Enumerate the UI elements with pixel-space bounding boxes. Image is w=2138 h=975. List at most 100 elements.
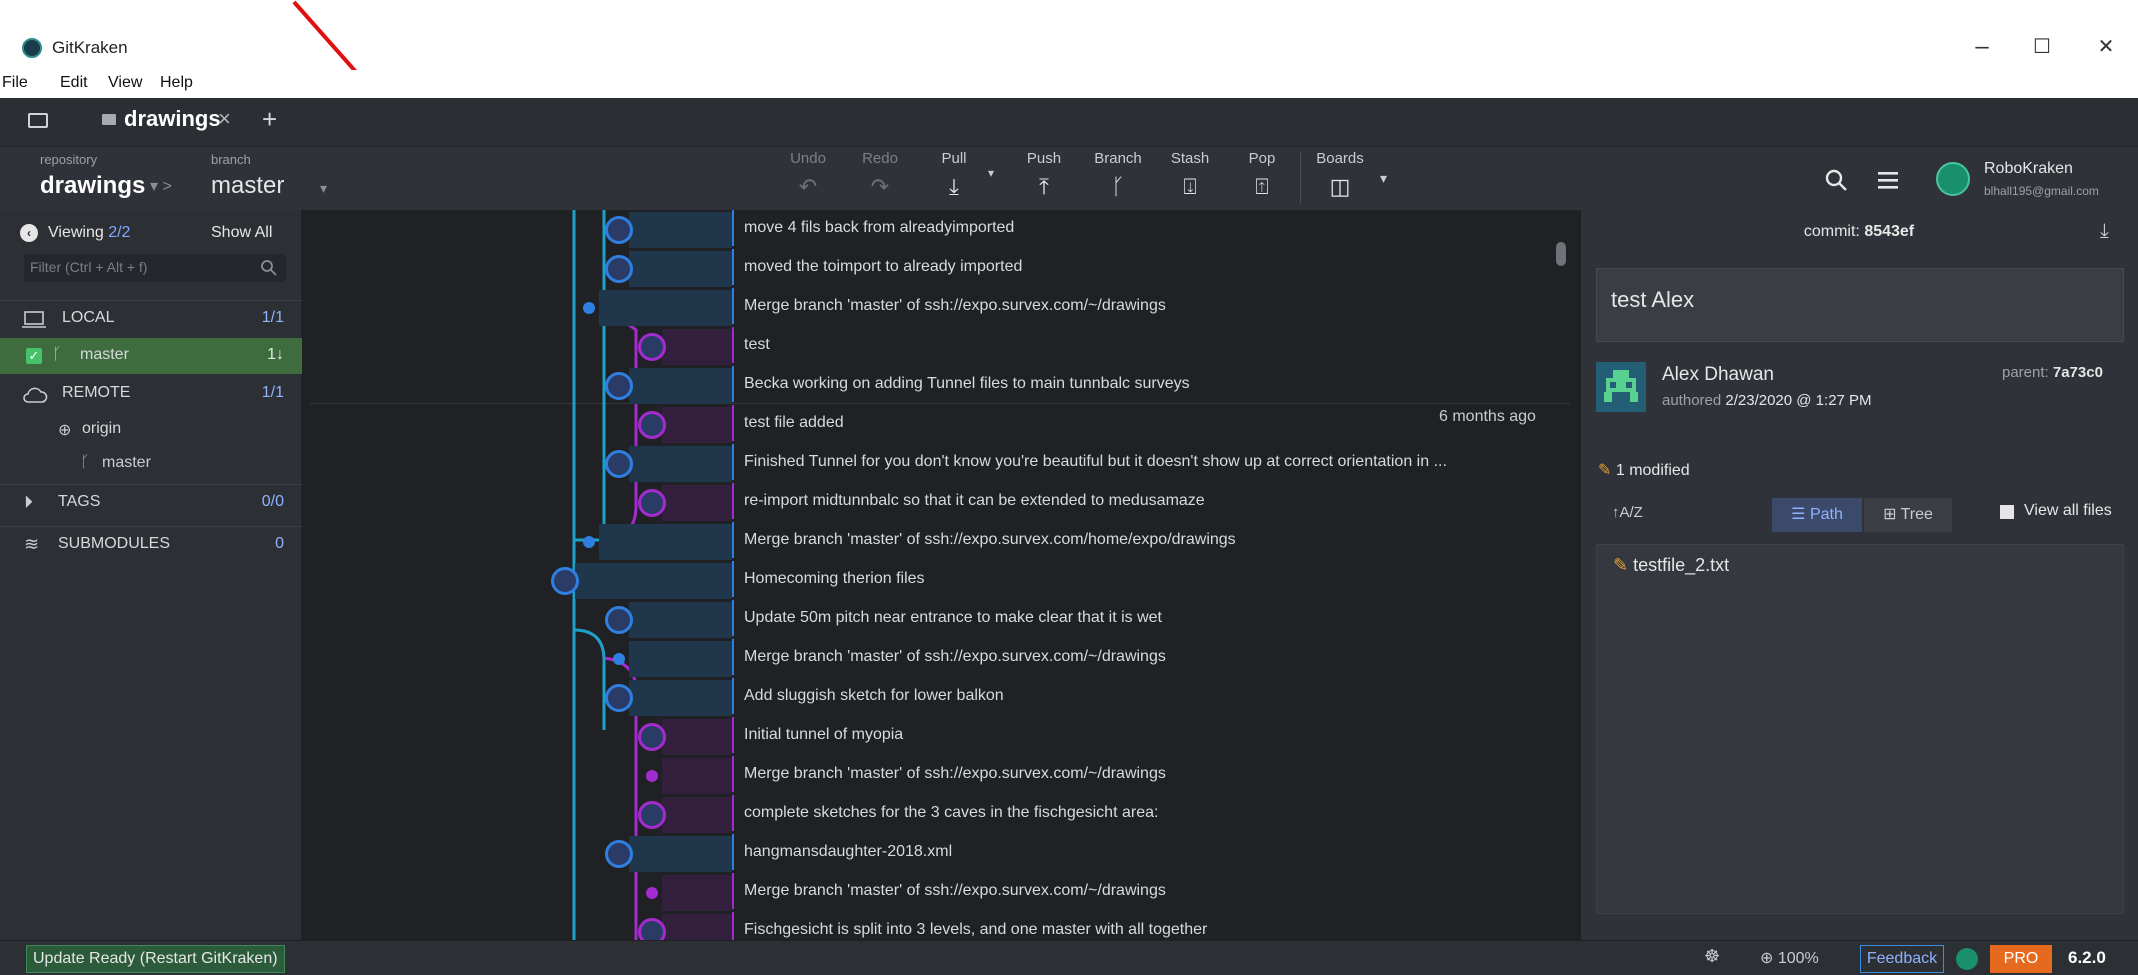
pull-button[interactable]: Pull ⤓ xyxy=(924,150,984,200)
commit-row[interactable]: complete sketches for the 3 caves in the… xyxy=(732,795,1522,831)
commit-message-box[interactable]: test Alex xyxy=(1596,268,2124,342)
update-ready-button[interactable]: Update Ready (Restart GitKraken) xyxy=(26,945,285,973)
minimize-button[interactable]: – xyxy=(1962,32,2002,62)
commit-row-highlight xyxy=(629,446,732,482)
user-avatar[interactable] xyxy=(1936,162,1970,196)
commit-row[interactable]: Add sluggish sketch for lower balkon xyxy=(732,678,1522,714)
commit-avatar-node[interactable] xyxy=(638,801,666,829)
folder-icon[interactable] xyxy=(28,113,48,128)
commit-avatar-node[interactable] xyxy=(605,450,633,478)
commit-row[interactable]: test xyxy=(732,327,1522,363)
user-email: blhall195@gmail.com xyxy=(1984,184,2099,198)
show-all-button[interactable]: Show All xyxy=(211,224,272,242)
commit-avatar-node[interactable] xyxy=(551,567,579,595)
commit-row[interactable]: Merge branch 'master' of ssh://expo.surv… xyxy=(732,873,1522,909)
sort-icon[interactable]: ↑A/Z xyxy=(1612,504,1643,521)
commit-avatar-node[interactable] xyxy=(605,840,633,868)
pop-button[interactable]: Pop ⍐ xyxy=(1232,150,1292,200)
repository-dropdown-icon[interactable]: ▾ > xyxy=(150,176,172,196)
maximize-button[interactable]: ☐ xyxy=(2022,32,2062,62)
pro-badge[interactable]: PRO xyxy=(1990,945,2052,973)
commit-row[interactable]: Initial tunnel of myopia xyxy=(732,717,1522,753)
view-all-files-checkbox[interactable] xyxy=(2000,505,2014,519)
repository-name[interactable]: drawings xyxy=(40,172,145,200)
commit-avatar-node[interactable] xyxy=(605,684,633,712)
commit-avatar-node[interactable] xyxy=(605,216,633,244)
commit-row[interactable]: moved the toimport to already imported xyxy=(732,249,1522,285)
menu-bar xyxy=(0,70,2138,98)
branch-button[interactable]: Branch ᚴ xyxy=(1088,150,1148,200)
commit-avatar-node[interactable] xyxy=(605,372,633,400)
commit-row[interactable]: Finished Tunnel for you don't know you'r… xyxy=(732,444,1522,480)
gitkraken-logo-icon xyxy=(1956,948,1978,970)
filter-input[interactable]: Filter (Ctrl + Alt + f) xyxy=(24,254,286,282)
user-name[interactable]: RoboKraken xyxy=(1984,160,2073,178)
branch-dropdown-icon[interactable]: ▾ xyxy=(320,180,327,197)
commit-avatar-node[interactable] xyxy=(638,489,666,517)
tab-bar xyxy=(0,98,2138,146)
download-icon[interactable]: ⤓ xyxy=(2100,220,2109,243)
close-button[interactable]: ✕ xyxy=(2086,32,2126,62)
pull-dropdown-icon[interactable]: ▾ xyxy=(988,166,994,180)
menu-view[interactable]: View xyxy=(108,74,142,92)
section-local[interactable]: LOCAL 1/1 xyxy=(0,300,302,336)
redo-button[interactable]: Redo ↷ xyxy=(850,150,910,200)
kraken-status-icon[interactable]: ☸ xyxy=(1704,946,1720,967)
commit-row[interactable]: Update 50m pitch near entrance to make c… xyxy=(732,600,1522,636)
branch-icon: ᚴ xyxy=(80,454,90,471)
commit-row[interactable]: Merge branch 'master' of ssh://expo.surv… xyxy=(732,639,1522,675)
pencil-icon: ✎ xyxy=(1598,462,1612,479)
menu-edit[interactable]: Edit xyxy=(60,74,88,92)
tree-view-button[interactable]: ⊞ Tree xyxy=(1864,498,1952,532)
tab-drawings[interactable]: drawings xyxy=(124,106,221,132)
commit-row[interactable]: Merge branch 'master' of ssh://expo.surv… xyxy=(732,522,1522,558)
commit-row[interactable]: test file added xyxy=(732,405,1412,441)
merge-node[interactable] xyxy=(583,302,595,314)
file-item[interactable]: ✎ testfile_2.txt xyxy=(1613,555,1729,576)
feedback-button[interactable]: Feedback xyxy=(1860,945,1944,973)
commit-row[interactable]: Merge branch 'master' of ssh://expo.surv… xyxy=(732,756,1522,792)
remote-origin[interactable]: ⊕ origin xyxy=(0,412,302,448)
commit-row[interactable]: Becka working on adding Tunnel files to … xyxy=(732,366,1522,402)
merge-node[interactable] xyxy=(583,536,595,548)
commit-avatar-node[interactable] xyxy=(638,411,666,439)
commit-time: 6 months ago xyxy=(1439,408,1536,425)
boards-button[interactable]: Boards ◫ xyxy=(1310,150,1370,200)
commit-row-highlight xyxy=(599,524,732,560)
menu-help[interactable]: Help xyxy=(160,74,193,92)
view-all-files-label: View all files xyxy=(2024,502,2112,519)
merge-node[interactable] xyxy=(646,887,658,899)
hamburger-menu-icon[interactable] xyxy=(1876,168,1900,192)
new-tab-button[interactable]: + xyxy=(262,104,277,135)
tab-close-icon[interactable]: × xyxy=(218,106,231,132)
commit-row[interactable]: move 4 fils back from alreadyimported xyxy=(732,210,1522,246)
branch-item-master[interactable]: ✓ ᚴ master 1↓ xyxy=(0,338,302,374)
commit-avatar-node[interactable] xyxy=(638,333,666,361)
graph-scrollbar[interactable] xyxy=(1556,242,1566,266)
boards-dropdown-icon[interactable]: ▾ xyxy=(1380,170,1387,187)
commit-avatar-node[interactable] xyxy=(605,606,633,634)
path-view-button[interactable]: ☰ Path xyxy=(1772,498,1862,532)
undo-button[interactable]: Undo ↶ xyxy=(778,150,838,200)
commit-avatar-node[interactable] xyxy=(605,255,633,283)
commit-row[interactable]: re-import midtunnbalc so that it can be … xyxy=(732,483,1522,519)
commit-row[interactable]: hangmansdaughter-2018.xml xyxy=(732,834,1522,870)
menu-file[interactable]: File xyxy=(2,74,28,92)
stash-button[interactable]: Stash ⍗ xyxy=(1160,150,1220,200)
commit-row-highlight xyxy=(599,290,732,326)
commit-row[interactable]: Homecoming therion files xyxy=(732,561,1522,597)
commit-row-highlight xyxy=(629,641,732,677)
branch-name[interactable]: master xyxy=(211,172,284,200)
commit-row[interactable]: Merge branch 'master' of ssh://expo.surv… xyxy=(732,288,1522,324)
section-remote[interactable]: REMOTE 1/1 xyxy=(0,376,302,412)
viewing-back-icon[interactable]: ‹ xyxy=(20,224,38,242)
section-tags[interactable]: ⏵ TAGS 0/0 xyxy=(0,484,302,520)
push-button[interactable]: Push ⤒ xyxy=(1014,150,1074,200)
merge-node[interactable] xyxy=(646,770,658,782)
merge-node[interactable] xyxy=(613,653,625,665)
remote-branch-master[interactable]: ᚴ master xyxy=(0,446,302,482)
search-icon[interactable] xyxy=(1824,168,1848,192)
section-submodules[interactable]: ≋ SUBMODULES 0 xyxy=(0,526,302,562)
commit-avatar-node[interactable] xyxy=(638,723,666,751)
redo-icon: ↷ xyxy=(870,174,890,199)
